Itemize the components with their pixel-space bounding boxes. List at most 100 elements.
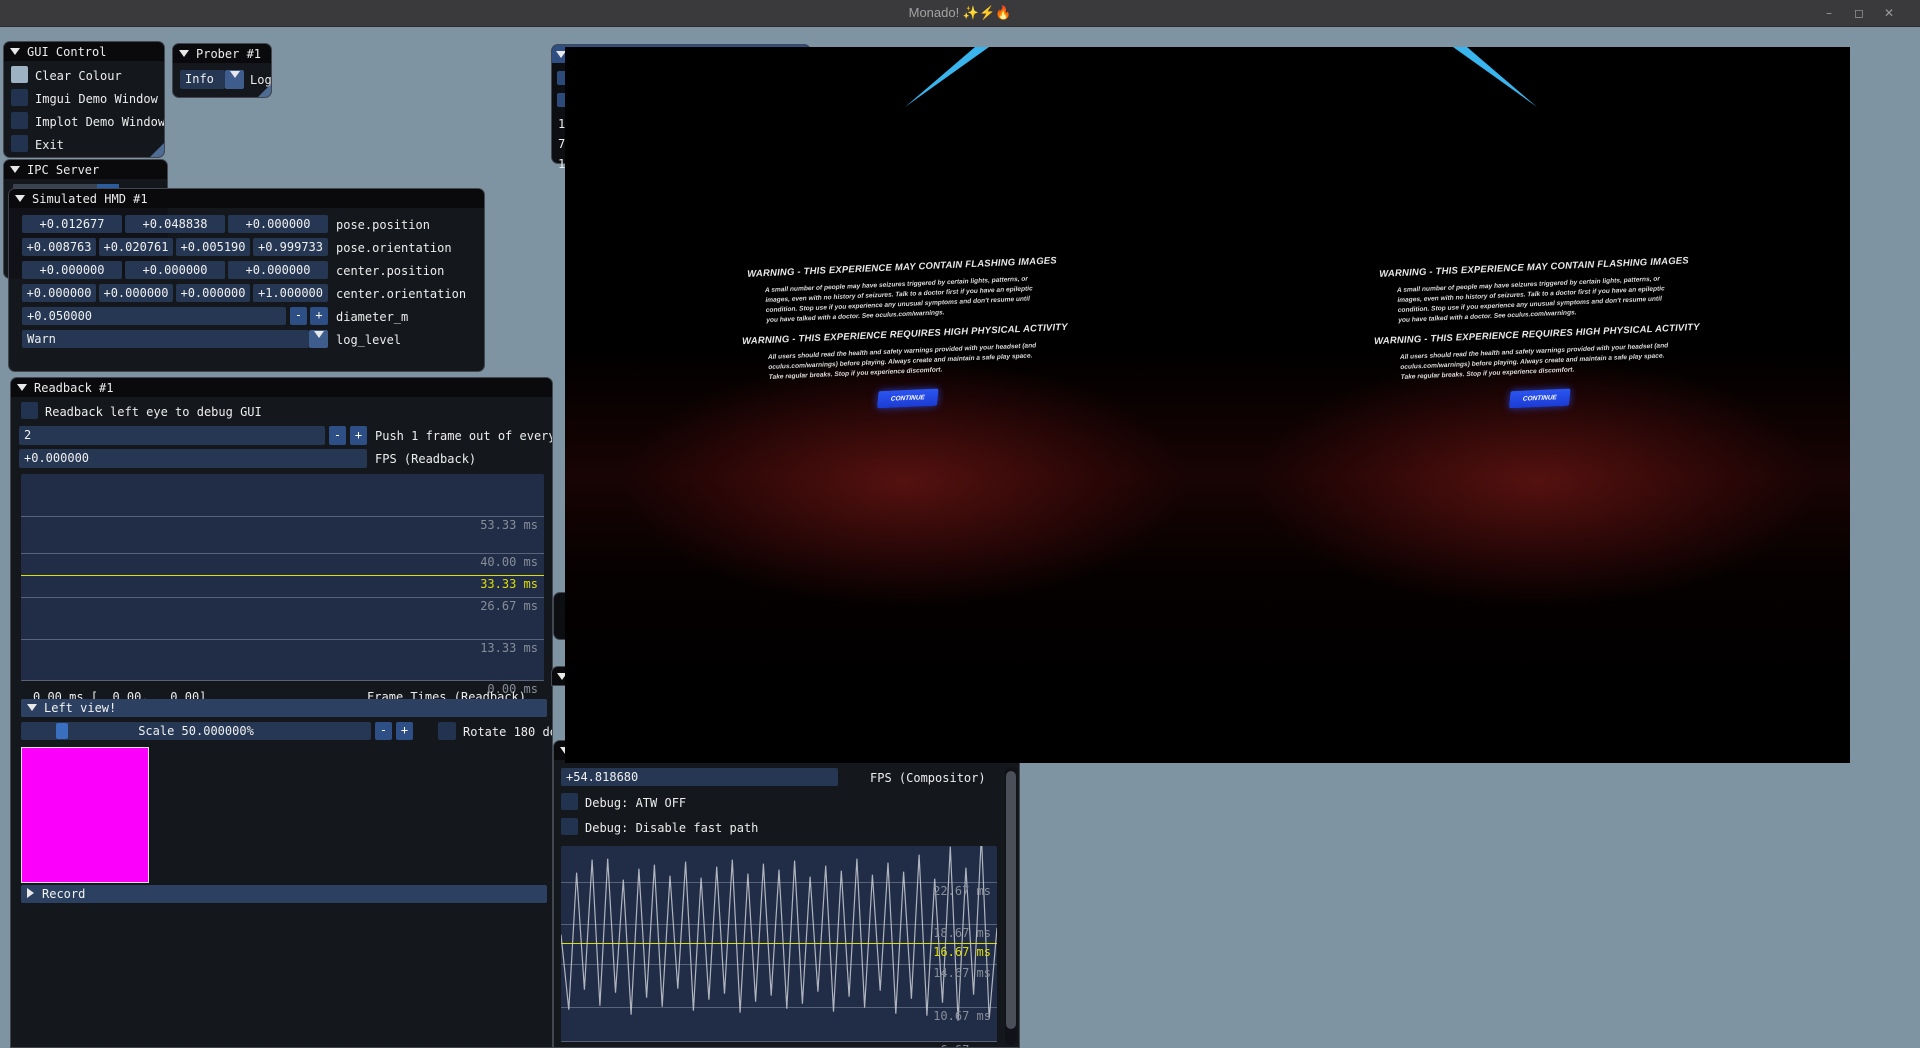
debug-atw-label: Debug: ATW OFF <box>585 796 686 810</box>
log-level-combo-value[interactable]: Info <box>180 70 225 89</box>
gui-control-window: GUI Control Clear Colour Imgui Demo Wind… <box>3 41 165 158</box>
ytick-label: 18.67 ms <box>933 926 991 940</box>
push-frames-plus-button[interactable]: + <box>350 426 367 445</box>
scale-slider[interactable]: Scale 50.000000% <box>21 722 371 740</box>
scale-plus-button[interactable]: + <box>396 722 413 740</box>
center-position-x[interactable]: +0.000000 <box>22 261 122 279</box>
pose-orientation-x[interactable]: +0.008763 <box>22 238 96 256</box>
pose-position-y[interactable]: +0.048838 <box>125 215 225 233</box>
pose-orientation-y[interactable]: +0.020761 <box>99 238 173 256</box>
pose-orientation-w[interactable]: +0.999733 <box>253 238 328 256</box>
clear-colour-checkbox[interactable] <box>11 66 28 83</box>
maximize-button[interactable]: ◻ <box>1848 4 1870 23</box>
warning-body-safety: All users should read the health and saf… <box>1400 341 1677 383</box>
lens-flare-streaks <box>565 47 1850 167</box>
close-button[interactable]: ✕ <box>1878 4 1900 23</box>
ipc-server-titlebar[interactable]: IPC Server <box>4 160 167 179</box>
pose-orientation-label: pose.orientation <box>336 241 452 255</box>
record-header[interactable]: Record <box>21 885 547 903</box>
ytick-label: 13.33 ms <box>480 641 538 655</box>
collapse-icon[interactable] <box>15 195 25 202</box>
diameter-minus-button[interactable]: - <box>290 307 307 325</box>
chevron-down-icon <box>314 331 324 338</box>
scale-minus-button[interactable]: - <box>375 722 392 740</box>
collapse-icon[interactable] <box>27 704 37 711</box>
center-orientation-z[interactable]: +0.000000 <box>176 284 250 302</box>
fps-readback-input[interactable]: +0.000000 <box>19 449 367 468</box>
simulated-hmd-title: Simulated HMD #1 <box>32 192 148 206</box>
prober-window: Prober #1 Info Log <box>172 43 272 98</box>
collapse-icon[interactable] <box>179 50 189 57</box>
ytick-label: 22.67 ms <box>933 884 991 898</box>
readback-left-eye-label: Readback left eye to debug GUI <box>45 405 262 419</box>
resize-grip[interactable] <box>258 84 271 97</box>
debug-fastpath-checkbox[interactable] <box>561 818 578 835</box>
prober-titlebar[interactable]: Prober #1 <box>173 44 271 63</box>
ytick-label: 6.67 ms <box>940 1043 991 1048</box>
warning-body-seizure: A small number of people may have seizur… <box>765 274 1042 326</box>
os-titlebar: Monado! ✨⚡🔥 – ◻ ✕ <box>0 0 1920 27</box>
warning-body-seizure: A small number of people may have seizur… <box>1397 274 1674 326</box>
center-orientation-y[interactable]: +0.000000 <box>99 284 173 302</box>
implot-demo-checkbox[interactable] <box>11 112 28 129</box>
center-orientation-x[interactable]: +0.000000 <box>22 284 96 302</box>
exit-checkbox[interactable] <box>11 135 28 152</box>
left-view-header[interactable]: Left view! <box>21 699 547 717</box>
left-view-header-label: Left view! <box>44 701 116 715</box>
push-frames-input[interactable]: 2 <box>19 426 325 445</box>
rotate-180-checkbox[interactable] <box>438 722 456 740</box>
simulated-hmd-titlebar[interactable]: Simulated HMD #1 <box>9 189 484 208</box>
diameter-plus-button[interactable]: + <box>310 307 328 325</box>
ytick-label-highlight: 16.67 ms <box>933 945 991 959</box>
ytick-label-highlight: 33.33 ms <box>480 577 538 591</box>
prober-title: Prober #1 <box>196 47 261 61</box>
log-level-combo-arrow[interactable] <box>309 330 328 348</box>
readback-titlebar[interactable]: Readback #1 <box>11 378 552 397</box>
gui-control-title: GUI Control <box>27 45 106 59</box>
minimize-button[interactable]: – <box>1818 4 1840 23</box>
collapse-icon[interactable] <box>10 48 20 55</box>
center-orientation-label: center.orientation <box>336 287 466 301</box>
readback-left-eye-checkbox[interactable] <box>21 402 38 419</box>
combo-arrow-button[interactable] <box>225 70 244 89</box>
center-position-y[interactable]: +0.000000 <box>125 261 225 279</box>
push-frames-minus-button[interactable]: - <box>329 426 346 445</box>
fps-compositor-input[interactable]: +54.818680 <box>561 768 838 786</box>
gridline <box>21 680 544 681</box>
center-position-z[interactable]: +0.000000 <box>228 261 328 279</box>
diameter-label: diameter_m <box>336 310 408 324</box>
imgui-demo-checkbox[interactable] <box>11 89 28 106</box>
pose-orientation-z[interactable]: +0.005190 <box>176 238 250 256</box>
ytick-label: 26.67 ms <box>480 599 538 613</box>
debug-atw-checkbox[interactable] <box>561 793 578 810</box>
compositor-frame-times-plot[interactable]: 22.67 ms 18.67 ms 16.67 ms 14.67 ms 10.6… <box>561 846 997 1042</box>
log-level-combo[interactable]: Warn <box>22 330 309 348</box>
imgui-demo-label: Imgui Demo Window <box>35 92 158 106</box>
collapse-right-icon[interactable] <box>27 888 34 898</box>
implot-demo-label: Implot Demo Window <box>35 115 165 129</box>
collapse-icon[interactable] <box>17 384 27 391</box>
ytick-label: 14.67 ms <box>933 966 991 980</box>
gui-control-titlebar[interactable]: GUI Control <box>4 42 164 61</box>
simulated-hmd-window: Simulated HMD #1 +0.012677 +0.048838 +0.… <box>8 188 485 372</box>
pose-position-x[interactable]: +0.012677 <box>22 215 122 233</box>
diameter-input[interactable]: +0.050000 <box>22 307 286 325</box>
compositor-window: +54.818680 FPS (Compositor) Debug: ATW O… <box>553 740 1020 1048</box>
continue-button[interactable]: CONTINUE <box>1509 389 1571 409</box>
left-eye-warning-panel: WARNING - THIS EXPERIENCE MAY CONTAIN FL… <box>722 254 1088 415</box>
rotate-180-label: Rotate 180 de <box>463 725 553 739</box>
collapse-icon[interactable] <box>10 166 20 173</box>
scrollbar-thumb[interactable] <box>1006 771 1016 1029</box>
readback-frame-times-plot[interactable]: 53.33 ms 40.00 ms 33.33 ms 26.67 ms 13.3… <box>21 474 544 681</box>
scrollbar[interactable] <box>1005 767 1017 1045</box>
center-position-label: center.position <box>336 264 444 278</box>
readback-window: Readback #1 Readback left eye to debug G… <box>10 377 553 1048</box>
center-orientation-w[interactable]: +1.000000 <box>253 284 328 302</box>
readback-title: Readback #1 <box>34 381 113 395</box>
pose-position-label: pose.position <box>336 218 430 232</box>
pose-position-z[interactable]: +0.000000 <box>228 215 328 233</box>
scale-slider-grab[interactable] <box>56 723 68 739</box>
continue-button[interactable]: CONTINUE <box>877 389 939 409</box>
ytick-label: 40.00 ms <box>480 555 538 569</box>
resize-grip[interactable] <box>150 143 164 157</box>
